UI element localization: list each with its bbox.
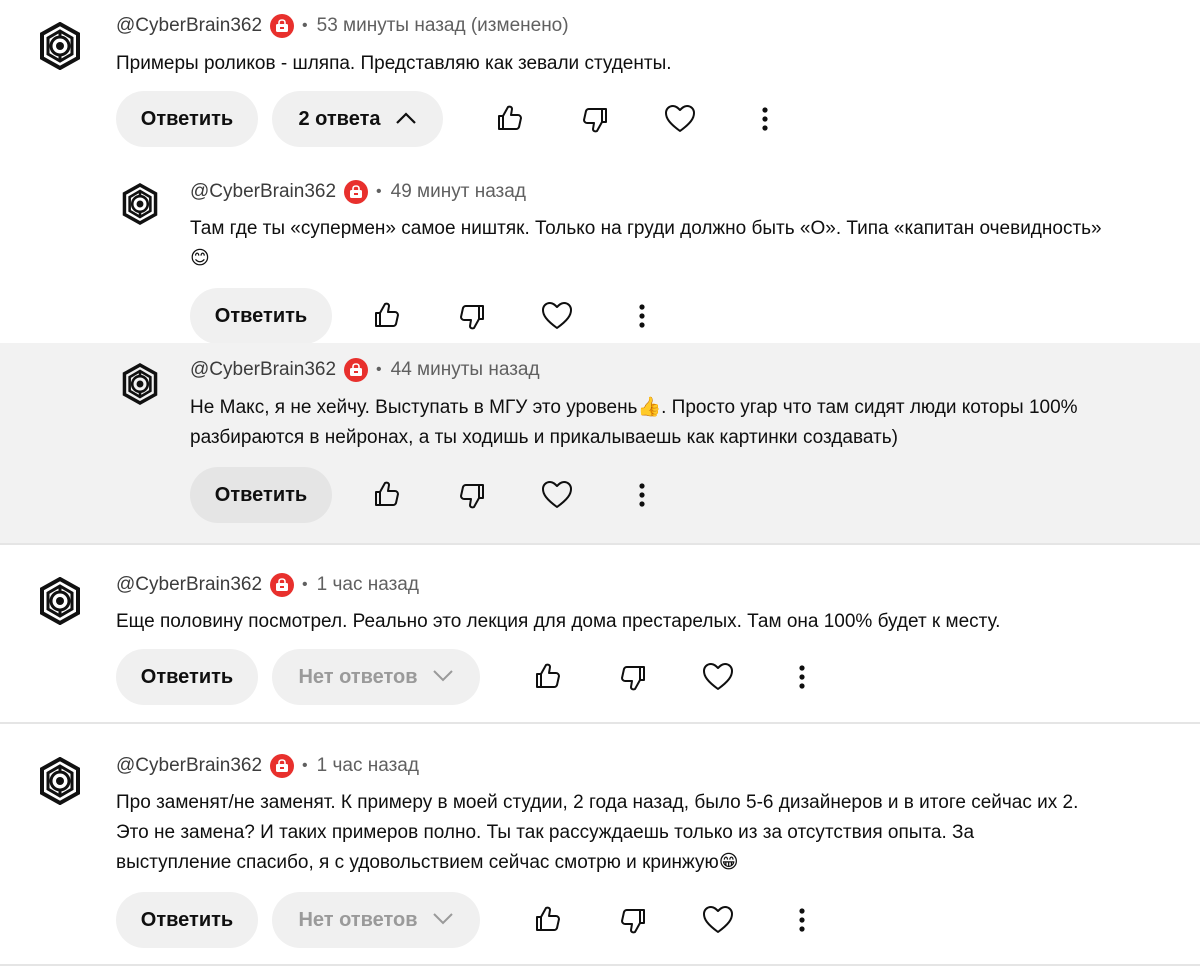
comment-text: Примеры роликов - шляпа. Представляю как… bbox=[116, 53, 672, 74]
comment-text: Про заменят/не заменят. К примеру в моей… bbox=[116, 792, 1079, 873]
author-name[interactable]: @CyberBrain362 bbox=[116, 755, 262, 777]
more-options-icon[interactable] bbox=[748, 102, 782, 136]
chevron-up-icon bbox=[395, 108, 417, 131]
author-name[interactable]: @CyberBrain362 bbox=[190, 359, 336, 381]
reply-button-label: Ответить bbox=[140, 908, 234, 931]
like-icon[interactable] bbox=[370, 299, 404, 333]
replies-toggle-button[interactable]: Нет ответов bbox=[272, 649, 480, 705]
chevron-down-icon bbox=[432, 666, 454, 689]
member-badge-icon bbox=[270, 754, 295, 778]
reply-1: @CyberBrain362 • 49 минут назад Там где … bbox=[0, 160, 1200, 344]
like-icon[interactable] bbox=[531, 903, 565, 937]
channel-avatar-icon[interactable] bbox=[38, 757, 82, 805]
more-options-icon[interactable] bbox=[785, 903, 819, 937]
chevron-down-icon bbox=[432, 909, 454, 932]
reply-button[interactable]: Ответить bbox=[116, 892, 258, 948]
reply-button-label: Ответить bbox=[214, 483, 308, 506]
comment-time[interactable]: 53 минуты назад (изменено) bbox=[317, 15, 569, 37]
heart-icon[interactable] bbox=[663, 102, 697, 136]
dislike-icon[interactable] bbox=[616, 660, 650, 694]
reply-button[interactable]: Ответить bbox=[116, 649, 258, 705]
like-icon[interactable] bbox=[370, 478, 404, 512]
divider bbox=[0, 964, 1200, 966]
author-name[interactable]: @CyberBrain362 bbox=[190, 181, 336, 203]
separator-dot: • bbox=[302, 17, 308, 34]
author-name[interactable]: @CyberBrain362 bbox=[116, 15, 262, 37]
member-badge-icon bbox=[270, 14, 295, 38]
separator-dot: • bbox=[376, 183, 382, 200]
separator-dot: • bbox=[302, 576, 308, 593]
comment-meta: @CyberBrain362 • 1 час назад bbox=[116, 571, 419, 599]
reply-button-label: Ответить bbox=[214, 304, 308, 327]
comment-2: @CyberBrain362 • 1 час назад Еще половин… bbox=[0, 545, 1200, 722]
replies-count-label: Нет ответов bbox=[298, 908, 418, 931]
channel-avatar-icon[interactable] bbox=[38, 577, 82, 625]
channel-avatar-icon[interactable] bbox=[38, 22, 82, 70]
like-icon[interactable] bbox=[493, 102, 527, 136]
comment-time[interactable]: 49 минут назад bbox=[391, 181, 526, 203]
member-badge-icon bbox=[344, 180, 369, 204]
member-badge-icon bbox=[344, 358, 369, 382]
member-badge-icon bbox=[270, 573, 295, 597]
reply-2: @CyberBrain362 • 44 минуты назад Не Макс… bbox=[0, 343, 1200, 543]
reply-button-label: Ответить bbox=[140, 665, 234, 688]
author-name[interactable]: @CyberBrain362 bbox=[116, 574, 262, 596]
dislike-icon[interactable] bbox=[578, 102, 612, 136]
comment-time[interactable]: 44 минуты назад bbox=[391, 359, 540, 381]
comment-text: Еще половину посмотрел. Реально это лекц… bbox=[116, 611, 1001, 632]
heart-icon[interactable] bbox=[540, 299, 574, 333]
reply-button-label: Ответить bbox=[140, 107, 234, 130]
comment-time[interactable]: 1 час назад bbox=[317, 574, 419, 596]
dislike-icon[interactable] bbox=[616, 903, 650, 937]
separator-dot: • bbox=[302, 757, 308, 774]
comment-3: @CyberBrain362 • 1 час назад Про заменят… bbox=[0, 724, 1200, 964]
dislike-icon[interactable] bbox=[455, 478, 489, 512]
more-options-icon[interactable] bbox=[625, 299, 659, 333]
more-options-icon[interactable] bbox=[625, 478, 659, 512]
like-icon[interactable] bbox=[531, 660, 565, 694]
reply-button[interactable]: Ответить bbox=[190, 288, 332, 344]
channel-avatar-icon[interactable] bbox=[121, 363, 159, 405]
reply-button[interactable]: Ответить bbox=[116, 91, 258, 147]
heart-icon[interactable] bbox=[701, 660, 735, 694]
heart-icon[interactable] bbox=[540, 478, 574, 512]
comment-meta: @CyberBrain362 • 53 минуты назад (измене… bbox=[116, 12, 569, 40]
replies-toggle-button[interactable]: Нет ответов bbox=[272, 892, 480, 948]
dislike-icon[interactable] bbox=[455, 299, 489, 333]
comment-text: Не Макс, я не хейчу. Выступать в МГУ это… bbox=[190, 397, 1078, 448]
comment-1: @CyberBrain362 • 53 минуты назад (измене… bbox=[0, 0, 1200, 160]
replies-toggle-button[interactable]: 2 ответа bbox=[272, 91, 443, 147]
comment-text: Там где ты «супермен» самое ништяк. Толь… bbox=[190, 218, 1102, 269]
replies-count-label: Нет ответов bbox=[298, 665, 418, 688]
reply-button[interactable]: Ответить bbox=[190, 467, 332, 523]
replies-count-label: 2 ответа bbox=[298, 107, 381, 130]
comment-time[interactable]: 1 час назад bbox=[317, 755, 419, 777]
comment-meta: @CyberBrain362 • 49 минут назад bbox=[190, 178, 526, 206]
comment-meta: @CyberBrain362 • 44 минуты назад bbox=[190, 356, 540, 384]
separator-dot: • bbox=[376, 361, 382, 378]
more-options-icon[interactable] bbox=[785, 660, 819, 694]
channel-avatar-icon[interactable] bbox=[121, 183, 159, 225]
heart-icon[interactable] bbox=[701, 903, 735, 937]
comment-meta: @CyberBrain362 • 1 час назад bbox=[116, 752, 419, 780]
